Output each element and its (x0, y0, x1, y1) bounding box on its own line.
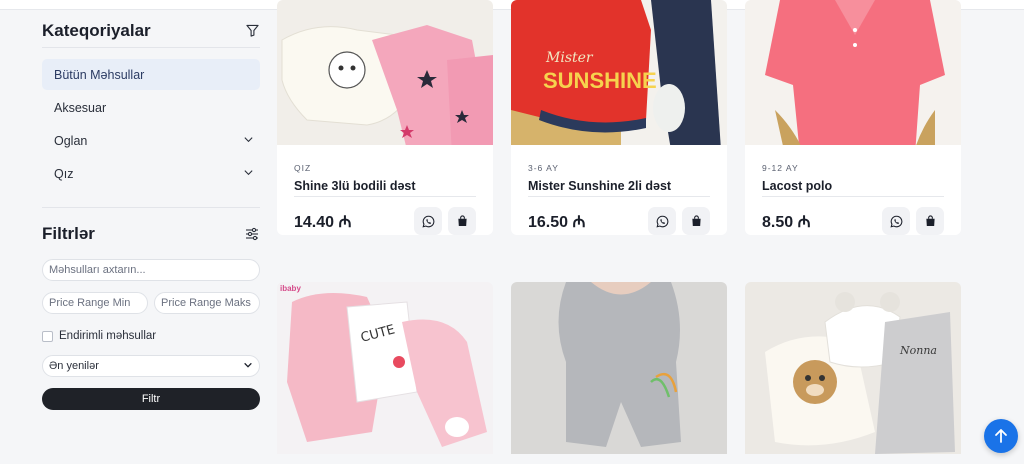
product-footer: 16.50 ₼ (528, 207, 710, 235)
product-info: QIZ Shine 3lü bodili dəst 14.40 ₼ (277, 145, 493, 235)
add-to-cart-button[interactable] (916, 207, 944, 235)
whatsapp-icon (655, 215, 668, 228)
whatsapp-button[interactable] (882, 207, 910, 235)
whatsapp-button[interactable] (414, 207, 442, 235)
filters-title: Filtrlər (42, 224, 95, 243)
product-name[interactable]: Shine 3lü bodili dəst (294, 179, 476, 197)
product-image[interactable]: CUTE ibaby (277, 282, 493, 454)
category-item-accessories[interactable]: Aksesuar (42, 92, 260, 123)
sliders-icon[interactable] (244, 226, 260, 242)
category-item-all-products[interactable]: Bütün Məhsullar (42, 59, 260, 90)
filter-button[interactable]: Filtr (42, 388, 260, 410)
svg-text:SUNSHINE: SUNSHINE (543, 68, 657, 93)
product-price: 8.50 ₼ (762, 214, 811, 231)
product-price: 16.50 ₼ (528, 214, 586, 231)
product-actions (414, 207, 476, 235)
product-info: 9-12 AY Lacost polo 8.50 ₼ (745, 145, 961, 235)
sidebar: Kateqoriyalar Bütün Məhsullar Aksesuar O… (42, 18, 260, 410)
shopping-bag-icon (925, 215, 935, 227)
category-list: Bütün Məhsullar Aksesuar Oglan Qız (42, 59, 260, 189)
product-image[interactable]: Nonna (745, 282, 961, 454)
product-price: 14.40 ₼ (294, 214, 352, 231)
category-label: Qız (54, 166, 74, 181)
category-item-boys[interactable]: Oglan (42, 125, 260, 156)
whatsapp-button[interactable] (648, 207, 676, 235)
filters-header: Filtrlər (42, 223, 260, 245)
product-info: 3-6 AY Mister Sunshine 2li dəst 16.50 ₼ (511, 145, 727, 235)
product-card[interactable]: CUTE ibaby (277, 282, 493, 454)
product-actions (882, 207, 944, 235)
shopping-bag-icon (691, 215, 701, 227)
chevron-down-icon[interactable] (243, 134, 254, 148)
product-image[interactable]: Mister SUNSHINE (511, 0, 727, 145)
product-image[interactable] (745, 0, 961, 145)
product-age: 9-12 AY (762, 163, 799, 173)
product-card[interactable]: Nonna (745, 282, 961, 454)
add-to-cart-button[interactable] (448, 207, 476, 235)
arrow-up-icon (995, 429, 1007, 443)
product-image[interactable] (277, 0, 493, 145)
product-age: QIZ (294, 163, 312, 173)
price-range (42, 292, 260, 314)
funnel-icon[interactable] (244, 23, 260, 39)
embroidery-text: Nonna (899, 344, 937, 357)
price-max-input[interactable] (154, 292, 260, 314)
category-label: Oglan (54, 133, 88, 148)
product-image[interactable] (511, 282, 727, 454)
whatsapp-icon (421, 215, 434, 228)
categories-title: Kateqoriyalar (42, 20, 151, 40)
category-label: Aksesuar (54, 100, 107, 115)
price-min-input[interactable] (42, 292, 148, 314)
scroll-to-top-button[interactable] (984, 419, 1018, 453)
whatsapp-icon (889, 215, 902, 228)
watermark-text: ibaby (280, 284, 301, 293)
chevron-down-icon[interactable] (243, 167, 254, 181)
product-footer: 8.50 ₼ (762, 207, 944, 235)
product-name[interactable]: Mister Sunshine 2li dəst (528, 179, 710, 197)
sort-selected-value: Ən yenilər (49, 360, 99, 372)
product-card[interactable]: 9-12 AY Lacost polo 8.50 ₼ (745, 0, 961, 235)
product-card[interactable]: QIZ Shine 3lü bodili dəst 14.40 ₼ (277, 0, 493, 235)
product-actions (648, 207, 710, 235)
product-name[interactable]: Lacost polo (762, 179, 944, 197)
product-age: 3-6 AY (528, 163, 559, 173)
sidebar-divider (42, 207, 260, 208)
svg-text:Mister: Mister (545, 50, 594, 66)
discount-filter[interactable]: Endirimli məhsullar (42, 328, 260, 344)
category-label: Bütün Məhsullar (54, 67, 145, 82)
discount-label: Endirimli məhsullar (59, 330, 157, 342)
sort-select[interactable]: Ən yenilər (42, 355, 260, 377)
product-card[interactable] (511, 282, 727, 454)
add-to-cart-button[interactable] (682, 207, 710, 235)
shopping-bag-icon (457, 215, 467, 227)
discount-checkbox[interactable] (42, 330, 53, 342)
chevron-down-icon (243, 360, 253, 373)
categories-header: Kateqoriyalar (42, 18, 260, 48)
product-card[interactable]: Mister SUNSHINE 3-6 AY Mister Sunshine 2… (511, 0, 727, 235)
category-item-girls[interactable]: Qız (42, 158, 260, 189)
product-footer: 14.40 ₼ (294, 207, 476, 235)
search-input[interactable] (42, 259, 260, 281)
